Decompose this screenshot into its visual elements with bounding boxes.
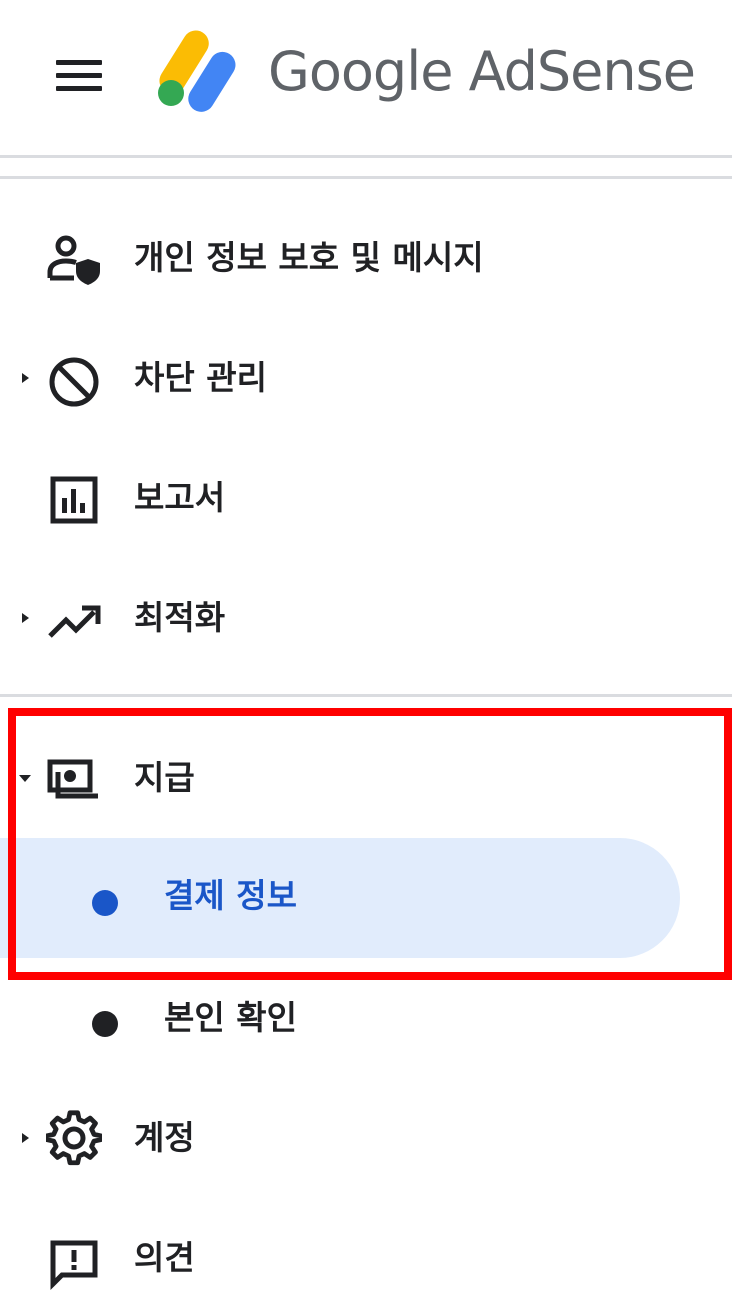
adsense-logo-icon bbox=[158, 30, 236, 112]
nav-subitem-identity-verification[interactable]: 본인 확인 bbox=[0, 968, 732, 1068]
adsense-nav-page: Google AdSense 개인 정보 보호 및 메시지 차단 관리 보고서 … bbox=[0, 0, 732, 1314]
nav-item-feedback[interactable]: 의견 bbox=[0, 1208, 732, 1308]
caret-right-icon[interactable] bbox=[18, 611, 32, 625]
caret-right-icon[interactable] bbox=[18, 371, 32, 385]
bullet-icon bbox=[92, 1011, 118, 1037]
nav-item-label: 차단 관리 bbox=[134, 358, 267, 397]
menu-icon[interactable] bbox=[56, 60, 102, 92]
nav-item-label: 보고서 bbox=[134, 478, 226, 517]
nav-item-optimization[interactable]: 최적화 bbox=[0, 568, 732, 668]
nav-item-account[interactable]: 계정 bbox=[0, 1088, 732, 1188]
nav-item-label: 계정 bbox=[134, 1118, 195, 1157]
privacy-person-shield-icon bbox=[47, 235, 100, 285]
bar-chart-icon bbox=[50, 476, 98, 524]
trending-up-icon bbox=[48, 605, 101, 638]
header-divider bbox=[0, 155, 732, 158]
highlight-annotation-box bbox=[8, 708, 732, 980]
nav-item-privacy-messaging[interactable]: 개인 정보 보호 및 메시지 bbox=[0, 208, 732, 308]
feedback-icon bbox=[50, 1240, 98, 1291]
nav-item-label: 최적화 bbox=[134, 598, 226, 637]
nav-item-reports[interactable]: 보고서 bbox=[0, 448, 732, 548]
brand-name: Google AdSense bbox=[268, 40, 696, 103]
nav-subitem-label: 본인 확인 bbox=[164, 998, 297, 1037]
nav-item-label: 의견 bbox=[134, 1238, 195, 1277]
app-header: Google AdSense bbox=[0, 0, 732, 158]
section-divider-middle bbox=[0, 694, 732, 697]
gear-icon bbox=[46, 1110, 102, 1166]
caret-right-icon[interactable] bbox=[18, 1131, 32, 1145]
section-divider-top bbox=[0, 176, 732, 179]
block-icon bbox=[49, 357, 99, 407]
nav-item-block-management[interactable]: 차단 관리 bbox=[0, 328, 732, 428]
nav-item-label: 개인 정보 보호 및 메시지 bbox=[134, 238, 484, 277]
